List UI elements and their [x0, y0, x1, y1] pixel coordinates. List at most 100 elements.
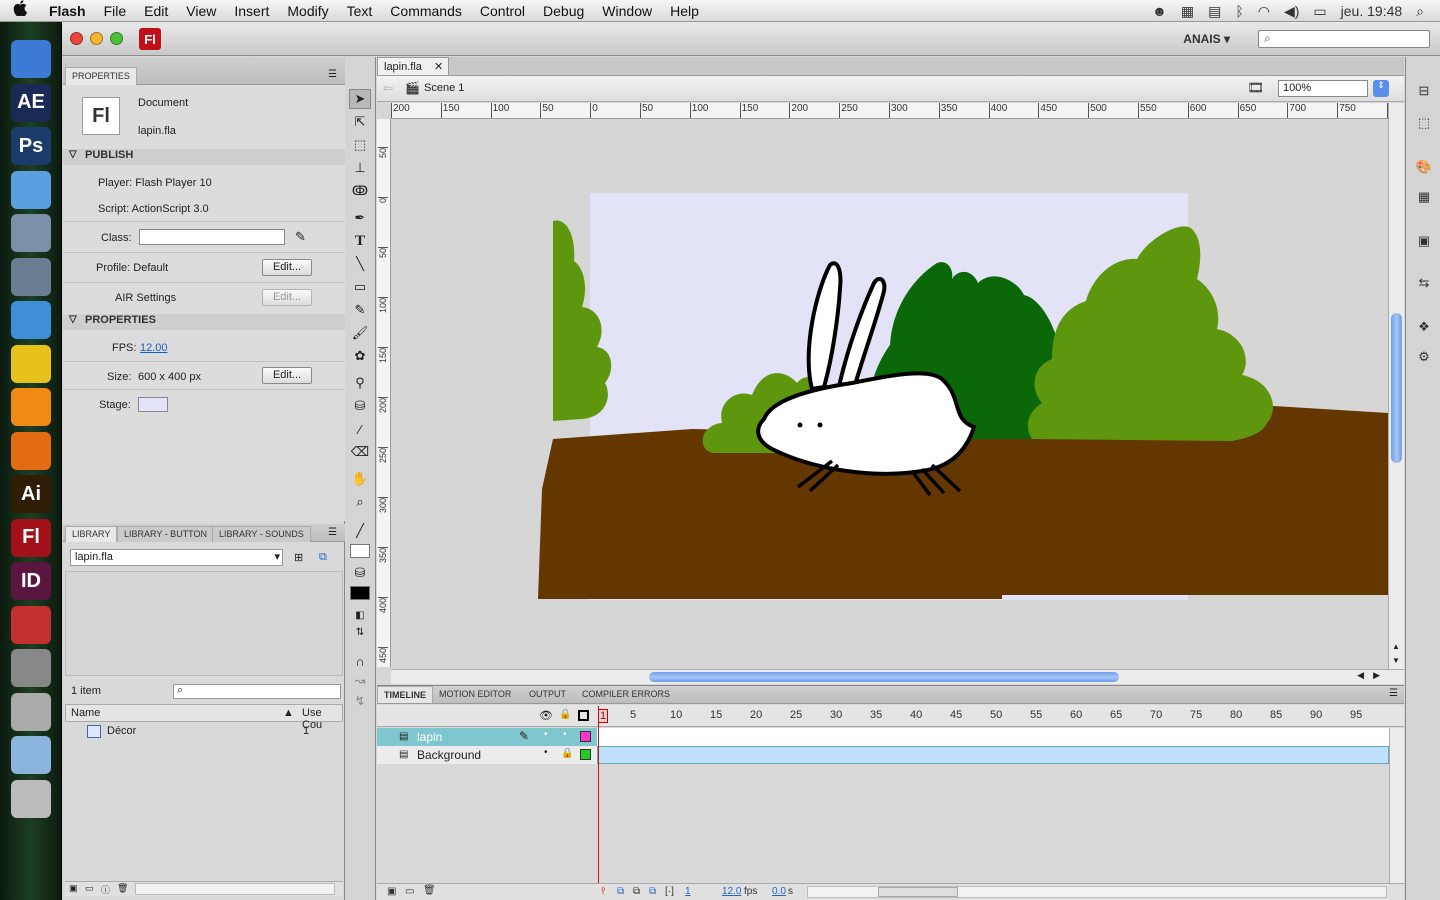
new-folder-icon[interactable]: ▭ — [405, 886, 414, 897]
frame-number[interactable]: 10 — [670, 709, 682, 721]
pencil-icon[interactable]: ✎ — [295, 229, 306, 245]
documents-folder-icon[interactable] — [11, 736, 51, 774]
swap-colors-icon[interactable]: ⇅ — [349, 622, 371, 642]
scroll-up-icon[interactable]: ▲ — [1392, 642, 1400, 651]
back-arrow-icon[interactable]: ⇦ — [383, 81, 393, 95]
fill-color-icon[interactable]: ⛁ — [349, 563, 371, 583]
frame-number[interactable]: 80 — [1230, 709, 1242, 721]
col-name[interactable]: Name — [71, 707, 100, 719]
zoom-window-button[interactable] — [110, 32, 123, 45]
outline-all-icon[interactable] — [578, 710, 589, 721]
frame-number[interactable]: 35 — [870, 709, 882, 721]
line-tool-icon[interactable]: ╲ — [349, 254, 371, 274]
delete-layer-icon[interactable]: 🗑 — [423, 885, 436, 896]
menu-view[interactable]: View — [177, 3, 225, 19]
skype-icon[interactable]: ☻ — [1152, 3, 1167, 19]
adium-icon[interactable] — [11, 344, 51, 383]
illustrator-icon[interactable]: Ai — [11, 475, 51, 513]
frame-number[interactable]: 55 — [1030, 709, 1042, 721]
edit-multiple-icon[interactable]: ⧉ — [649, 886, 656, 897]
menu-debug[interactable]: Debug — [534, 3, 593, 19]
battery-icon[interactable]: ▭ — [1313, 3, 1326, 20]
frame-rate[interactable]: 12.0 — [722, 886, 741, 897]
close-tab-icon[interactable]: ✕ — [434, 60, 443, 73]
library-hscroll[interactable] — [135, 883, 335, 895]
zoom-field[interactable]: 100% — [1278, 80, 1368, 97]
selection-tool-icon[interactable]: ➤ — [349, 89, 371, 109]
tab-compiler-errors[interactable]: COMPILER ERRORS — [576, 686, 676, 703]
free-transform-tool-icon[interactable]: ⬚ — [349, 135, 371, 155]
air-edit-button[interactable]: Edit... — [262, 289, 312, 306]
indesign-icon[interactable]: ID — [11, 562, 51, 600]
align-panel-icon[interactable]: ⊟ — [1414, 83, 1434, 101]
grid-icon[interactable]: ▤ — [1208, 3, 1221, 20]
layer-frames[interactable] — [597, 728, 1389, 746]
pen-tool-icon[interactable]: ✒ — [349, 208, 371, 228]
zoom-tool-icon[interactable]: ⌕ — [349, 492, 371, 512]
rectangle-tool-icon[interactable]: ▭ — [349, 277, 371, 297]
brush-tool-icon[interactable]: 🖌 — [349, 323, 371, 343]
apple-menu-icon[interactable] — [0, 0, 40, 21]
library-menu-icon[interactable]: ☰ — [328, 527, 337, 538]
trash-full-icon[interactable] — [11, 692, 51, 731]
onion-outline-icon[interactable]: ⧉ — [633, 886, 640, 897]
lasso-tool-icon[interactable]: ↂ — [349, 181, 371, 201]
flash-icon[interactable]: Fl — [11, 518, 51, 557]
fps-value[interactable]: 12.00 — [140, 342, 168, 354]
frame-number[interactable]: 1 — [598, 709, 609, 723]
installer-icon[interactable] — [11, 649, 51, 687]
pencil-tool-icon[interactable]: ✎ — [349, 300, 371, 320]
zoom-dropdown-button[interactable]: ⇕ — [1373, 80, 1389, 97]
stage-color-swatch[interactable] — [138, 397, 168, 412]
frame-number[interactable]: 30 — [830, 709, 842, 721]
lock-all-icon[interactable]: 🔒 — [559, 709, 571, 720]
bone-tool-icon[interactable]: ⚲ — [349, 373, 371, 393]
frame-number[interactable]: 95 — [1350, 709, 1362, 721]
frame-number[interactable]: 15 — [710, 709, 722, 721]
sort-icon[interactable]: ▲ — [283, 707, 294, 719]
library-file-select[interactable]: lapin.fla ▾ — [70, 549, 283, 566]
menu-text[interactable]: Text — [338, 3, 382, 19]
vlc-icon[interactable] — [11, 388, 51, 426]
swatches-panel-icon[interactable]: ▦ — [1414, 189, 1434, 207]
3d-rotation-tool-icon[interactable]: ⊥ — [349, 158, 371, 178]
component-inspector-icon[interactable]: ⚙ — [1414, 349, 1434, 367]
firefox-icon[interactable] — [11, 431, 51, 470]
current-frame[interactable]: 1 — [685, 886, 691, 897]
eyedropper-tool-icon[interactable]: ⁄ — [349, 419, 371, 439]
text-tool-icon[interactable]: T — [349, 231, 371, 251]
frame-number[interactable]: 60 — [1070, 709, 1082, 721]
frame-number[interactable]: 45 — [950, 709, 962, 721]
menu-window[interactable]: Window — [593, 3, 661, 19]
tab-properties[interactable]: PROPERTIES — [65, 67, 137, 85]
new-symbol-icon[interactable]: ▣ — [69, 883, 78, 894]
deco-tool-icon[interactable]: ✿ — [349, 346, 371, 366]
workspace-switcher[interactable]: ANAIS ▾ — [1183, 32, 1230, 46]
layer-row-lapin[interactable]: ▤ lapin ✎ • • — [377, 728, 1389, 746]
document-tab[interactable]: lapin.fla ✕ — [377, 57, 449, 75]
publish-section-header[interactable]: PUBLISH — [63, 149, 345, 165]
frame-number[interactable]: 40 — [910, 709, 922, 721]
itunes-icon[interactable] — [11, 301, 51, 339]
scene-name[interactable]: Scene 1 — [424, 82, 464, 94]
delete-icon[interactable]: 🗑 — [117, 883, 128, 894]
fill-color-swatch[interactable] — [350, 586, 370, 600]
frame-number[interactable]: 5 — [630, 709, 636, 721]
class-field[interactable] — [139, 229, 285, 245]
scroll-down-icon[interactable]: ▼ — [1392, 656, 1400, 665]
size-edit-button[interactable]: Edit... — [262, 367, 312, 384]
pin-library-icon[interactable]: ⊞ — [294, 551, 303, 564]
timeline-menu-icon[interactable]: ☰ — [1389, 688, 1398, 699]
eraser-tool-icon[interactable]: ⌫ — [349, 442, 371, 462]
info-panel-icon[interactable]: ▣ — [1414, 233, 1434, 251]
onion-skin-icon[interactable]: ⧉ — [617, 886, 624, 897]
transform-panel-icon[interactable]: ⬚ — [1414, 115, 1434, 133]
library-search-input[interactable]: ⌕ — [173, 684, 341, 699]
stage-canvas[interactable] — [392, 119, 1388, 667]
panel-menu-icon[interactable]: ☰ — [328, 69, 337, 80]
tab-output[interactable]: OUTPUT — [523, 686, 572, 703]
close-window-button[interactable] — [70, 32, 83, 45]
components-panel-icon[interactable]: ❖ — [1414, 319, 1434, 337]
new-layer-icon[interactable]: ▣ — [387, 886, 396, 897]
layer-frames[interactable] — [597, 746, 1389, 764]
